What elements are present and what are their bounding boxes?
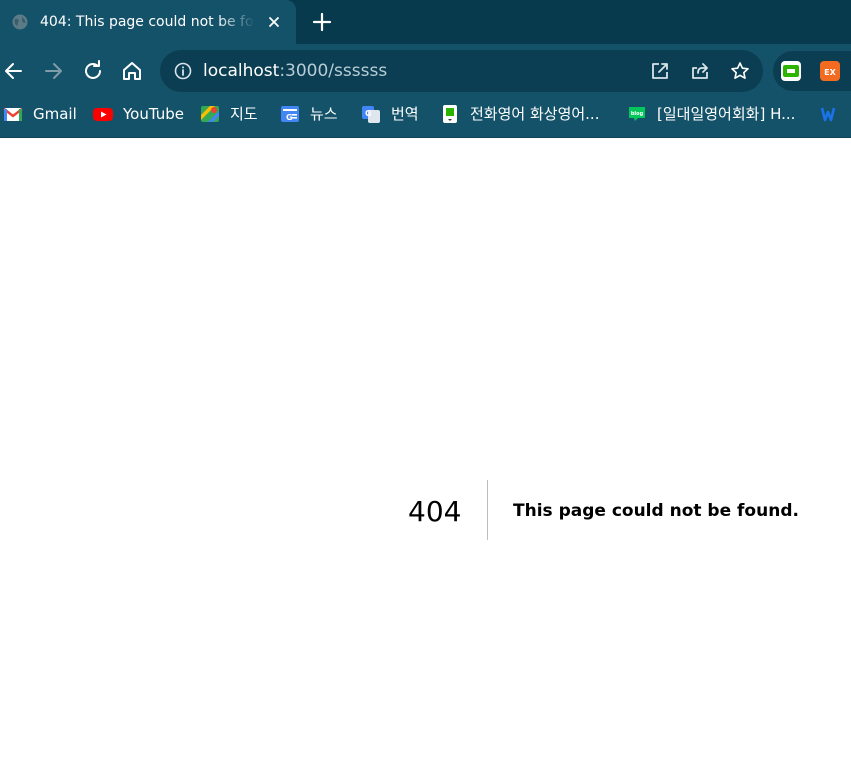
- page-content: 404 This page could not be found.: [0, 138, 851, 783]
- news-icon: G: [281, 106, 299, 122]
- bookmark-label: YouTube: [123, 105, 184, 123]
- bookmark-translate[interactable]: G 번역: [361, 104, 419, 124]
- bookmark-label: 번역: [391, 105, 419, 123]
- close-icon[interactable]: [266, 14, 282, 30]
- bookmark-news[interactable]: G 뉴스: [280, 104, 338, 124]
- youtube-icon: [93, 108, 113, 121]
- active-tab[interactable]: 404: This page could not be found: [0, 0, 296, 44]
- tab-strip: 404: This page could not be found: [0, 0, 851, 44]
- tab-title: 404: This page could not be found: [40, 14, 255, 30]
- svg-text:EX: EX: [824, 68, 836, 77]
- bookmark-maps[interactable]: 지도: [200, 104, 258, 124]
- w-logo-icon: [820, 107, 836, 122]
- phone-english-icon: [443, 105, 457, 123]
- svg-text:G: G: [286, 113, 293, 122]
- bookmark-youtube[interactable]: YouTube: [93, 104, 184, 124]
- home-icon[interactable]: [120, 59, 144, 83]
- bookmark-label: Gmail: [33, 105, 77, 123]
- translate-icon: G: [362, 106, 380, 123]
- bookmark-label: 전화영어 화상영어...: [470, 105, 600, 123]
- bookmark-label: [일대일영어회화] H...: [657, 105, 796, 123]
- reload-icon[interactable]: [81, 59, 105, 83]
- error-message: This page could not be found.: [513, 501, 799, 521]
- error-code: 404: [408, 495, 462, 528]
- back-arrow-icon[interactable]: [2, 59, 26, 83]
- forward-arrow-icon[interactable]: [41, 59, 65, 83]
- globe-icon: [12, 14, 28, 30]
- share-icon[interactable]: [690, 61, 710, 81]
- svg-text:blog: blog: [631, 111, 644, 117]
- svg-text:G: G: [365, 109, 372, 118]
- gmail-icon: [3, 108, 23, 121]
- bookmark-blog[interactable]: blog [일대일영어회화] H...: [627, 104, 795, 124]
- extensions-area: EX: [773, 51, 851, 91]
- address-bar[interactable]: localhost:3000/ssssss: [160, 50, 763, 92]
- browser-toolbar: localhost:3000/ssssss EX: [0, 44, 851, 98]
- url-text[interactable]: localhost:3000/ssssss: [203, 61, 387, 81]
- url-path: :3000/ssssss: [279, 61, 388, 81]
- bookmark-label: 지도: [230, 105, 258, 123]
- ex-extension-icon[interactable]: EX: [820, 61, 840, 81]
- bookmark-phone-english[interactable]: 전화영어 화상영어...: [440, 104, 599, 124]
- blog-icon: blog: [629, 107, 645, 121]
- site-info-icon[interactable]: [174, 62, 192, 80]
- open-in-new-icon[interactable]: [650, 61, 670, 81]
- url-host: localhost: [203, 61, 280, 81]
- bookmark-w[interactable]: [820, 104, 850, 124]
- new-tab-plus-icon[interactable]: [312, 12, 332, 32]
- maps-icon: [201, 106, 219, 122]
- bookmark-gmail[interactable]: Gmail: [3, 104, 77, 124]
- bookmark-star-icon[interactable]: [730, 61, 750, 81]
- green-extension-icon[interactable]: [781, 61, 801, 81]
- bookmark-label: 뉴스: [310, 105, 338, 123]
- bookmarks-bar: Gmail YouTube 지도 G 뉴스 G 번역 전화영어 화상영어... …: [0, 98, 851, 138]
- error-divider: [487, 480, 488, 540]
